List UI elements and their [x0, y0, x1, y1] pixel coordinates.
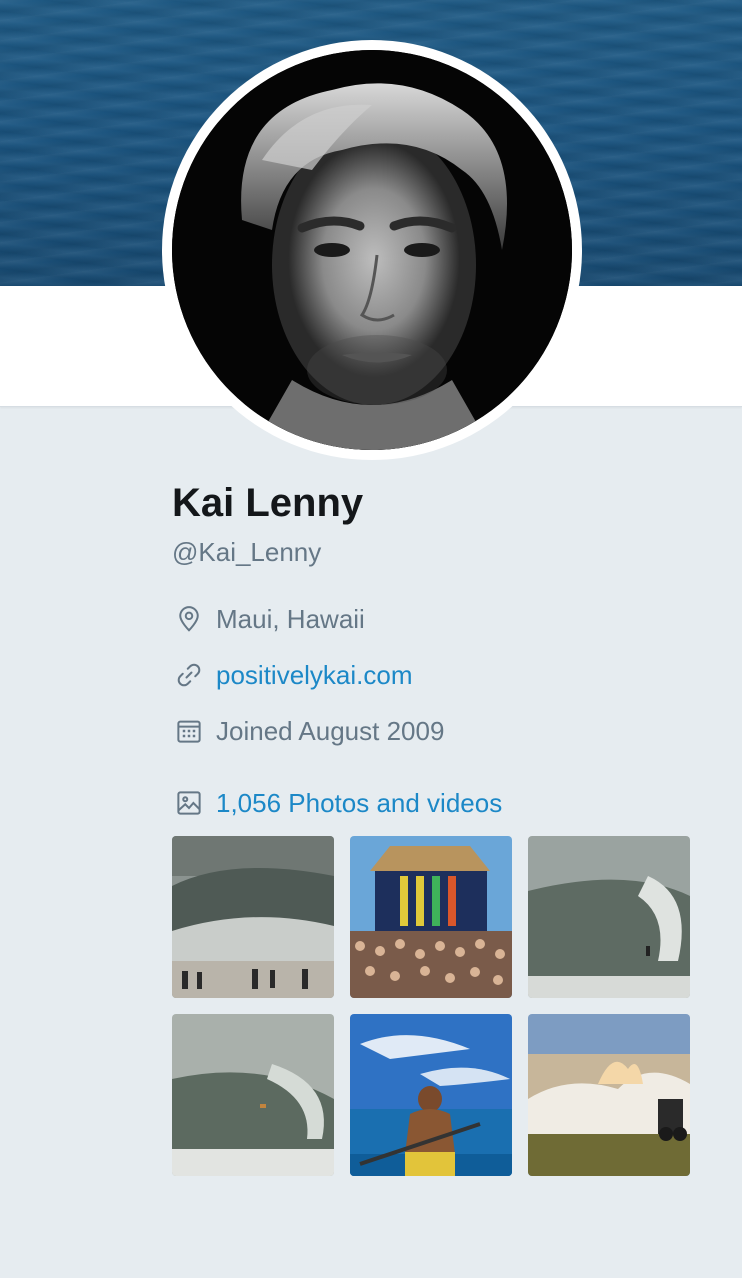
profile-name[interactable]: Kai Lenny [172, 478, 732, 528]
media-thumbnail[interactable] [172, 1014, 334, 1176]
media-thumbnail[interactable] [350, 836, 512, 998]
photos-row[interactable]: 1,056 Photos and videos [172, 786, 502, 820]
photos-videos-link[interactable]: 1,056 Photos and videos [216, 787, 502, 819]
media-thumbnail[interactable] [528, 836, 690, 998]
media-thumbnail[interactable] [350, 1014, 512, 1176]
profile-info: Kai Lenny @Kai_Lenny [172, 478, 732, 568]
profile-avatar[interactable] [162, 40, 582, 460]
image-icon [172, 786, 206, 820]
calendar-icon [172, 714, 206, 748]
link-icon [172, 658, 206, 692]
location-row: Maui, Hawaii [172, 602, 365, 636]
joined-text: Joined August 2009 [216, 716, 445, 746]
joined-row: Joined August 2009 [172, 714, 444, 748]
website-row: positivelykai.com [172, 658, 413, 692]
location-text: Maui, Hawaii [216, 604, 365, 634]
media-thumbnail[interactable] [528, 1014, 690, 1176]
profile-handle[interactable]: @Kai_Lenny [172, 536, 732, 568]
website-link[interactable]: positivelykai.com [216, 659, 413, 691]
media-thumbnail[interactable] [172, 836, 334, 998]
location-pin-icon [172, 602, 206, 636]
